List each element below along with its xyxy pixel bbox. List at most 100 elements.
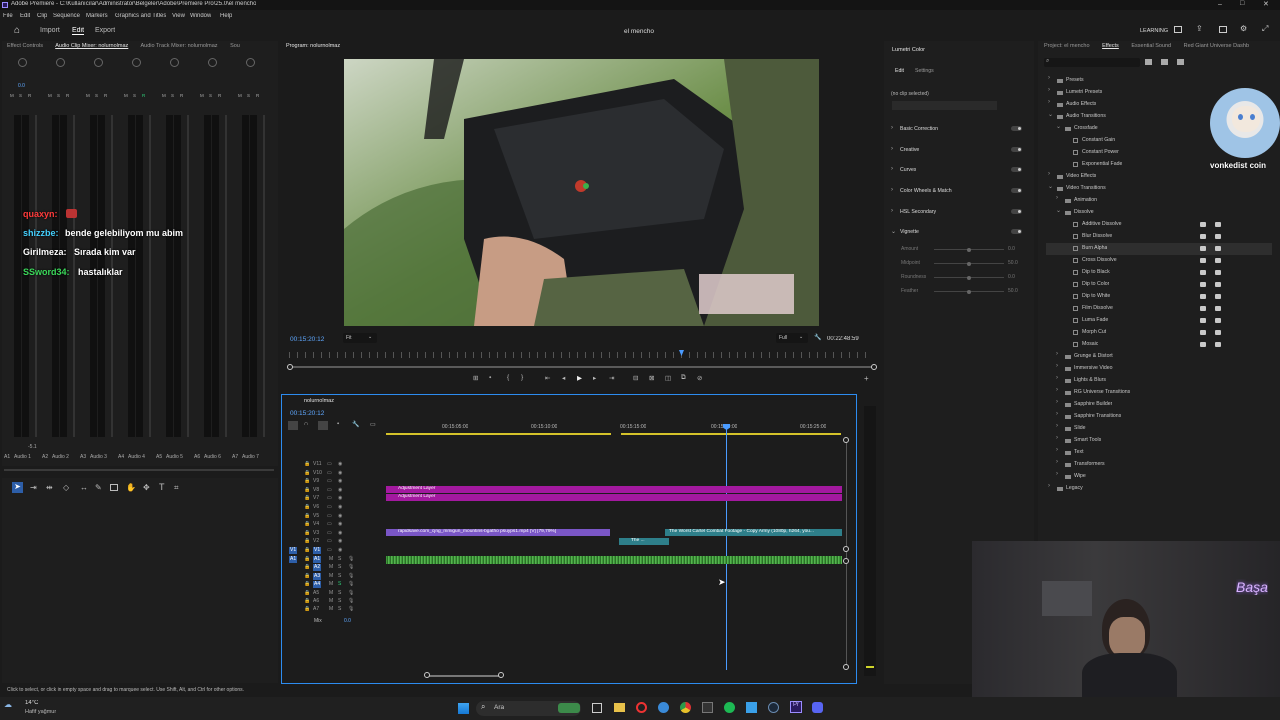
- lock-icon[interactable]: 🔒: [304, 573, 310, 580]
- chevron-icon[interactable]: ›: [1056, 411, 1058, 417]
- record-icon[interactable]: R: [256, 93, 259, 98]
- eye-icon[interactable]: ◉: [338, 530, 342, 537]
- slider-knob[interactable]: [967, 289, 971, 294]
- timeline-hscroll[interactable]: [426, 675, 502, 677]
- mix-value[interactable]: 0.0: [344, 618, 351, 624]
- lock-icon[interactable]: 🔒: [304, 564, 310, 571]
- track-select-tool-icon[interactable]: ⇥: [30, 483, 37, 492]
- linked-selection-icon[interactable]: [318, 421, 328, 430]
- toggle-sync-icon[interactable]: ▭: [327, 504, 332, 511]
- lock-icon[interactable]: 🔒: [304, 606, 310, 613]
- weather-icon[interactable]: ☁: [4, 700, 12, 709]
- lumetri-section-toggle[interactable]: [1011, 188, 1022, 193]
- toggle-sync-icon[interactable]: ▭: [327, 521, 332, 528]
- lock-icon[interactable]: 🔒: [304, 470, 310, 477]
- vscroll-handle-mid2[interactable]: [843, 558, 849, 564]
- mute-icon[interactable]: M: [329, 590, 333, 597]
- program-video-frame[interactable]: [344, 59, 819, 326]
- chevron-icon[interactable]: ›: [1048, 171, 1050, 177]
- lumetri-section-vignette[interactable]: ⌄ Vignette: [891, 228, 1026, 237]
- voiceover-mic-icon[interactable]: 🎙: [348, 573, 354, 580]
- record-icon[interactable]: R: [28, 93, 31, 98]
- timeline-ruler[interactable]: 00:15:05:00 00:15:10:00 00:15:15:00 00:1…: [386, 417, 846, 437]
- tab-sou[interactable]: Sou: [230, 43, 240, 49]
- voiceover-mic-icon[interactable]: 🎙: [348, 556, 354, 563]
- pan-knob-2[interactable]: [56, 58, 65, 67]
- maximize-frame-icon[interactable]: [1219, 26, 1227, 33]
- snap-icon[interactable]: ∩: [304, 421, 308, 427]
- lumetri-section-basic-correction[interactable]: › Basic Correction: [891, 125, 1026, 134]
- menu-view[interactable]: View: [172, 13, 185, 19]
- proxy-icon[interactable]: ⊘: [697, 374, 702, 382]
- solo-icon[interactable]: S: [171, 93, 174, 98]
- app-icon-1[interactable]: [658, 702, 669, 713]
- yuv-effects-icon[interactable]: [1177, 59, 1184, 65]
- effects-tree-cross-dissolve[interactable]: Cross Dissolve: [1046, 255, 1272, 267]
- timeline-settings-icon[interactable]: 🔧: [352, 421, 359, 428]
- record-icon[interactable]: R: [218, 93, 221, 98]
- eye-icon[interactable]: ◉: [338, 495, 342, 502]
- eye-icon[interactable]: ◉: [338, 547, 342, 554]
- effects-search-field[interactable]: ⌕: [1044, 58, 1140, 67]
- insert-icon[interactable]: ⊟: [633, 374, 638, 382]
- solo-icon[interactable]: S: [338, 573, 341, 580]
- hscroll-handle-right[interactable]: [498, 672, 504, 678]
- effects-tree-wipe[interactable]: › Wipe: [1046, 471, 1272, 483]
- step-back-icon[interactable]: ◂: [562, 374, 565, 382]
- chevron-icon[interactable]: ›: [1056, 351, 1058, 357]
- solo-icon[interactable]: S: [133, 93, 136, 98]
- effects-tree-grunge-distort[interactable]: › Grunge & Distort: [1046, 351, 1272, 363]
- tab-audio-track-mixer[interactable]: Audio Track Mixer: nolurnolmaz: [141, 43, 218, 49]
- pan-knob-6[interactable]: [208, 58, 217, 67]
- lock-icon[interactable]: 🔒: [304, 521, 310, 528]
- video-clip-worst-cartel[interactable]: The Worst Cartel Combat Footage - Copy A…: [665, 529, 842, 536]
- voiceover-mic-icon[interactable]: 🎙: [348, 581, 354, 588]
- lumetri-section-creative[interactable]: › Creative: [891, 146, 1026, 155]
- chevron-icon[interactable]: ›: [1056, 195, 1058, 201]
- menu-markers[interactable]: Markers: [86, 13, 108, 19]
- solo-icon[interactable]: S: [19, 93, 22, 98]
- quality-dropdown[interactable]: Full ⌄: [776, 333, 808, 343]
- tab-red-giant[interactable]: Red Giant Universe Dashb: [1184, 43, 1249, 49]
- mute-icon[interactable]: M: [329, 556, 333, 563]
- tab-audio-clip-mixer[interactable]: Audio Clip Mixer: nolurnolmaz: [55, 43, 128, 49]
- export-frame-icon[interactable]: ◫: [665, 374, 671, 382]
- home-icon[interactable]: ⌂: [14, 25, 20, 36]
- effects-tree-dissolve[interactable]: ⌄ Dissolve: [1046, 207, 1272, 219]
- program-time-ruler[interactable]: [289, 352, 873, 358]
- lumetri-section-curves[interactable]: › Curves: [891, 166, 1026, 175]
- lumetri-section-toggle[interactable]: [1011, 126, 1022, 131]
- mute-icon[interactable]: M: [329, 598, 333, 605]
- pan-knob-3[interactable]: [94, 58, 103, 67]
- chevron-icon[interactable]: ⌄: [1056, 207, 1061, 214]
- chevron-icon[interactable]: ›: [1056, 363, 1058, 369]
- accelerated-effects-icon[interactable]: [1145, 59, 1152, 65]
- effects-tree-smart-tools[interactable]: › Smart Tools: [1046, 435, 1272, 447]
- effects-tree-video-transitions[interactable]: ⌄ Video Transitions: [1046, 183, 1272, 195]
- vignette-value-feather[interactable]: 50.0: [1008, 288, 1018, 294]
- step-forward-icon[interactable]: ▸: [593, 374, 596, 382]
- slider-knob[interactable]: [967, 247, 971, 252]
- vignette-slider-roundness[interactable]: [934, 275, 1004, 280]
- eye-icon[interactable]: ◉: [338, 521, 342, 528]
- adjustment-layer-clip-2[interactable]: Adjustment Layer: [386, 494, 842, 501]
- audio-waveform-a1[interactable]: [386, 556, 842, 564]
- close-button[interactable]: ✕: [1263, 0, 1269, 8]
- mark-in-icon[interactable]: {: [507, 374, 509, 381]
- mute-icon[interactable]: M: [200, 93, 204, 98]
- chrome-icon[interactable]: [680, 702, 691, 713]
- chevron-icon[interactable]: ⌄: [1056, 123, 1061, 130]
- vscroll-handle-mid[interactable]: [843, 546, 849, 552]
- pan-knob-1[interactable]: [18, 58, 27, 67]
- effects-tree-morph-cut[interactable]: Morph Cut: [1046, 327, 1272, 339]
- sequence-timecode[interactable]: 00:15:20:12: [290, 410, 324, 417]
- vignette-value-roundness[interactable]: 0.0: [1008, 274, 1015, 280]
- steam-icon[interactable]: [768, 702, 779, 713]
- eye-icon[interactable]: ◉: [338, 513, 342, 520]
- settings-icon[interactable]: ⚙: [1240, 24, 1247, 33]
- fit-dropdown[interactable]: Fit ⌄: [343, 333, 377, 343]
- program-tab[interactable]: Program: nolurnolmaz: [286, 43, 340, 49]
- effects-tree-mosaic[interactable]: Mosaic: [1046, 339, 1272, 351]
- overwrite-icon[interactable]: ⊠: [649, 374, 654, 382]
- effects-tree-burn-alpha[interactable]: Burn Alpha: [1046, 243, 1272, 255]
